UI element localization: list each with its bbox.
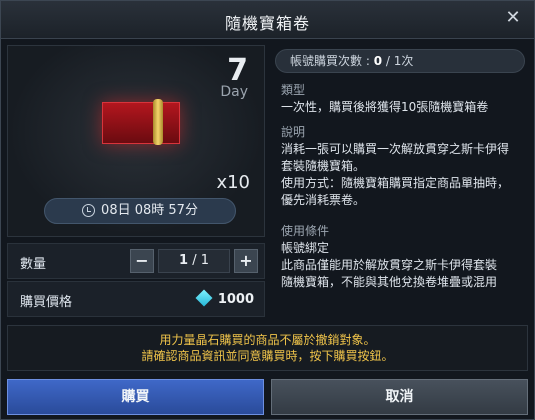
- quantity-separator: /: [192, 253, 197, 268]
- buy-button[interactable]: 購買: [7, 379, 264, 415]
- type-line: 一次性，購買後將獲得10張隨機寶箱卷: [281, 100, 489, 114]
- time-remaining-badge: 08日 08時 57分: [44, 198, 236, 224]
- price-row: 購買價格 1000: [7, 281, 265, 317]
- increase-button[interactable]: +: [234, 249, 258, 273]
- item-preview: 7 Day x10 08日 08時 57分: [7, 45, 265, 237]
- duration-value: 7: [227, 53, 248, 88]
- info-column: 帳號購買次數 : 0 / 1次 類型 一次性，購買後將獲得10張隨機寶箱卷 說明…: [273, 45, 531, 317]
- conditions-line: 隨機寶箱，不能與其他兌換卷堆疊或混用: [281, 275, 498, 289]
- account-purchase-count: 帳號購買次數 : 0 / 1次: [275, 49, 525, 73]
- quantity-label: 數量: [20, 257, 47, 272]
- price-amount: 1000: [217, 292, 254, 307]
- type-section: 類型 一次性，購買後將獲得10張隨機寶箱卷: [281, 82, 488, 116]
- clock-icon: [82, 203, 96, 217]
- treasure-chest-ticket-icon: [102, 99, 180, 145]
- price-label: 購買價格: [20, 295, 73, 310]
- button-bar: 購買 取消: [7, 379, 528, 415]
- quantity-value[interactable]: 1 / 1: [158, 249, 230, 273]
- dialog-title: 隨機寶箱卷: [224, 14, 310, 33]
- description-line: 消耗一張可以購買一次解放貫穿之斯卡伊得: [281, 142, 510, 156]
- purchase-count-current: 0: [373, 54, 383, 68]
- time-remaining-text: 08日 08時 57分: [101, 203, 198, 218]
- conditions-heading: 使用條件: [281, 224, 330, 238]
- duration-badge: 7 Day: [220, 53, 248, 101]
- description-heading: 說明: [281, 125, 306, 139]
- description-line: 優先消耗票卷。: [281, 193, 366, 207]
- quantity-row: 數量 − 1 / 1 +: [7, 243, 265, 279]
- purchase-dialog: 隨機寶箱卷 ✕ 7 Day x10 08日 08時 57分 數量 − 1 / 1…: [0, 0, 535, 420]
- description-section: 說明 消耗一張可以購買一次解放貫穿之斯卡伊得 套裝隨機寶箱。 使用方式：隨機寶箱…: [281, 124, 509, 209]
- quantity-stepper: − 1 / 1 +: [130, 249, 258, 273]
- description-line: 使用方式：隨機寶箱購買指定商品單抽時，: [281, 176, 510, 190]
- diamond-icon: [195, 289, 213, 307]
- notice-line: 請確認商品資訊並同意購買時，按下購買按鈕。: [141, 349, 394, 363]
- item-quantity-multiplier: x10: [216, 172, 250, 193]
- price-value: 1000: [195, 289, 254, 307]
- conditions-line: 帳號綁定: [281, 241, 330, 255]
- purchase-count-limit: / 1次: [382, 54, 414, 68]
- decrease-button[interactable]: −: [130, 249, 154, 273]
- notice-line: 用力量晶石購買的商品不屬於撤銷對象。: [159, 333, 376, 347]
- refund-notice: 用力量晶石購買的商品不屬於撤銷對象。 請確認商品資訊並同意購買時，按下購買按鈕。: [7, 325, 528, 371]
- quantity-current: 1: [179, 253, 189, 268]
- title-bar: 隨機寶箱卷 ✕: [1, 1, 534, 39]
- purchase-count-label: 帳號購買次數 :: [290, 54, 374, 68]
- conditions-section: 使用條件 帳號綁定 此商品僅能用於解放貫穿之斯卡伊得套裝 隨機寶箱，不能與其他兌…: [281, 223, 497, 291]
- description-line: 套裝隨機寶箱。: [281, 159, 366, 173]
- conditions-line: 此商品僅能用於解放貫穿之斯卡伊得套裝: [281, 258, 498, 272]
- type-heading: 類型: [281, 83, 306, 97]
- quantity-max: 1: [200, 253, 209, 268]
- duration-unit: Day: [220, 84, 248, 100]
- close-icon[interactable]: ✕: [502, 7, 524, 29]
- item-column: 7 Day x10 08日 08時 57分 數量 − 1 / 1 + 購買價格 …: [7, 45, 265, 317]
- cancel-button[interactable]: 取消: [271, 379, 528, 415]
